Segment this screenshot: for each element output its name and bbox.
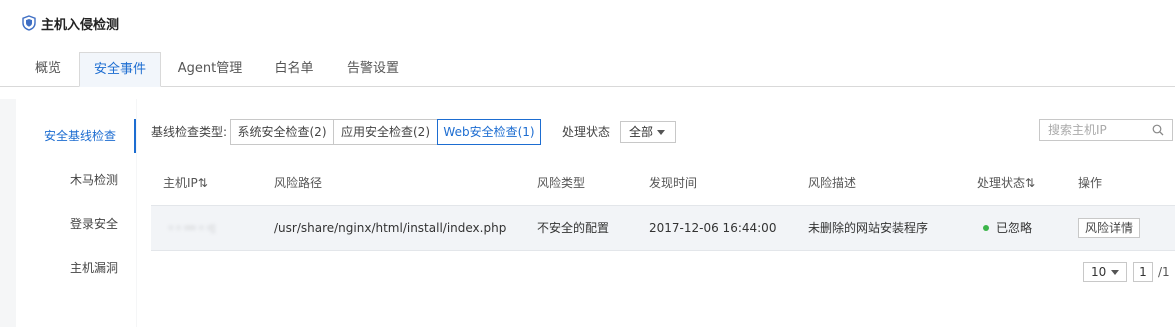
filter-bar: 基线检查类型: 系统安全检查(2) 应用安全检查(2) Web安全检查(1) 处… <box>137 119 1175 145</box>
nav-item-host-vulnerability[interactable]: 主机漏洞 <box>16 251 136 285</box>
status-label: 处理状态 <box>562 125 611 139</box>
page-number-input[interactable]: 1 <box>1133 262 1153 282</box>
page-title: 主机入侵检测 <box>41 18 120 33</box>
cell-status: 已忽略 <box>983 206 1032 250</box>
status-select-value: 全部 <box>629 125 654 139</box>
tab-whitelist[interactable]: 白名单 <box>262 52 326 85</box>
search-placeholder: 搜索主机IP <box>1048 123 1107 137</box>
cell-found-time: 2017-12-06 16:44:00 <box>649 221 777 235</box>
table-row: · · ··· · ·: /usr/share/nginx/html/insta… <box>151 205 1175 251</box>
check-type-label: 基线检查类型: <box>151 125 228 139</box>
cell-risk-path: /usr/share/nginx/html/install/index.php <box>274 221 507 235</box>
cell-risk-desc: 未删除的网站安装程序 <box>808 221 929 235</box>
cell-host-ip: · · ··· · ·: <box>169 221 216 235</box>
col-risk-type: 风险类型 <box>537 176 586 190</box>
col-risk-desc: 风险描述 <box>808 176 857 190</box>
status-text: 已忽略 <box>996 221 1033 235</box>
chevron-down-icon <box>657 130 665 135</box>
page-size-value: 10 <box>1091 265 1107 279</box>
search-input[interactable]: 搜索主机IP <box>1039 119 1173 141</box>
segment-system-check[interactable]: 系统安全检查(2) <box>230 119 334 145</box>
nav-item-baseline-check[interactable]: 安全基线检查 <box>16 119 136 153</box>
col-host-ip[interactable]: 主机IP⇅ <box>163 169 208 197</box>
search-icon[interactable] <box>1152 124 1164 136</box>
tab-agent-management[interactable]: Agent管理 <box>168 52 252 85</box>
status-dot-icon <box>983 224 989 231</box>
segment-web-check[interactable]: Web安全检查(1) <box>437 119 541 145</box>
nav-item-login-security[interactable]: 登录安全 <box>16 207 136 241</box>
table-header: 主机IP⇅ 风险路径 风险类型 发现时间 风险描述 处理状态⇅ 操作 <box>151 169 1175 197</box>
tab-overview[interactable]: 概览 <box>22 52 74 85</box>
col-action: 操作 <box>1078 176 1103 190</box>
tab-alert-settings[interactable]: 告警设置 <box>334 52 412 85</box>
tab-security-events[interactable]: 安全事件 <box>79 52 161 87</box>
page-size-select[interactable]: 10 <box>1083 262 1127 282</box>
main-panel: 基线检查类型: 系统安全检查(2) 应用安全检查(2) Web安全检查(1) 处… <box>137 99 1175 327</box>
shield-icon <box>22 15 36 31</box>
content-area: 安全基线检查 木马检测 登录安全 主机漏洞 基线检查类型: 系统安全检查(2) … <box>0 99 1175 327</box>
page-header: 主机入侵检测 <box>0 0 1175 46</box>
tab-bar: 概览 安全事件 Agent管理 白名单 告警设置 <box>0 52 1175 87</box>
col-risk-path: 风险路径 <box>274 176 323 190</box>
col-found-time: 发现时间 <box>649 176 698 190</box>
col-status[interactable]: 处理状态⇅ <box>977 169 1035 197</box>
segment-app-check[interactable]: 应用安全检查(2) <box>333 119 438 145</box>
page-total: /1 <box>1158 265 1170 279</box>
chevron-down-icon <box>1111 270 1119 275</box>
left-nav: 安全基线检查 木马检测 登录安全 主机漏洞 <box>16 99 136 327</box>
nav-item-trojan-detection[interactable]: 木马检测 <box>16 163 136 197</box>
cell-risk-type: 不安全的配置 <box>537 221 610 235</box>
status-select[interactable]: 全部 <box>620 121 676 143</box>
risk-detail-button[interactable]: 风险详情 <box>1078 218 1141 238</box>
